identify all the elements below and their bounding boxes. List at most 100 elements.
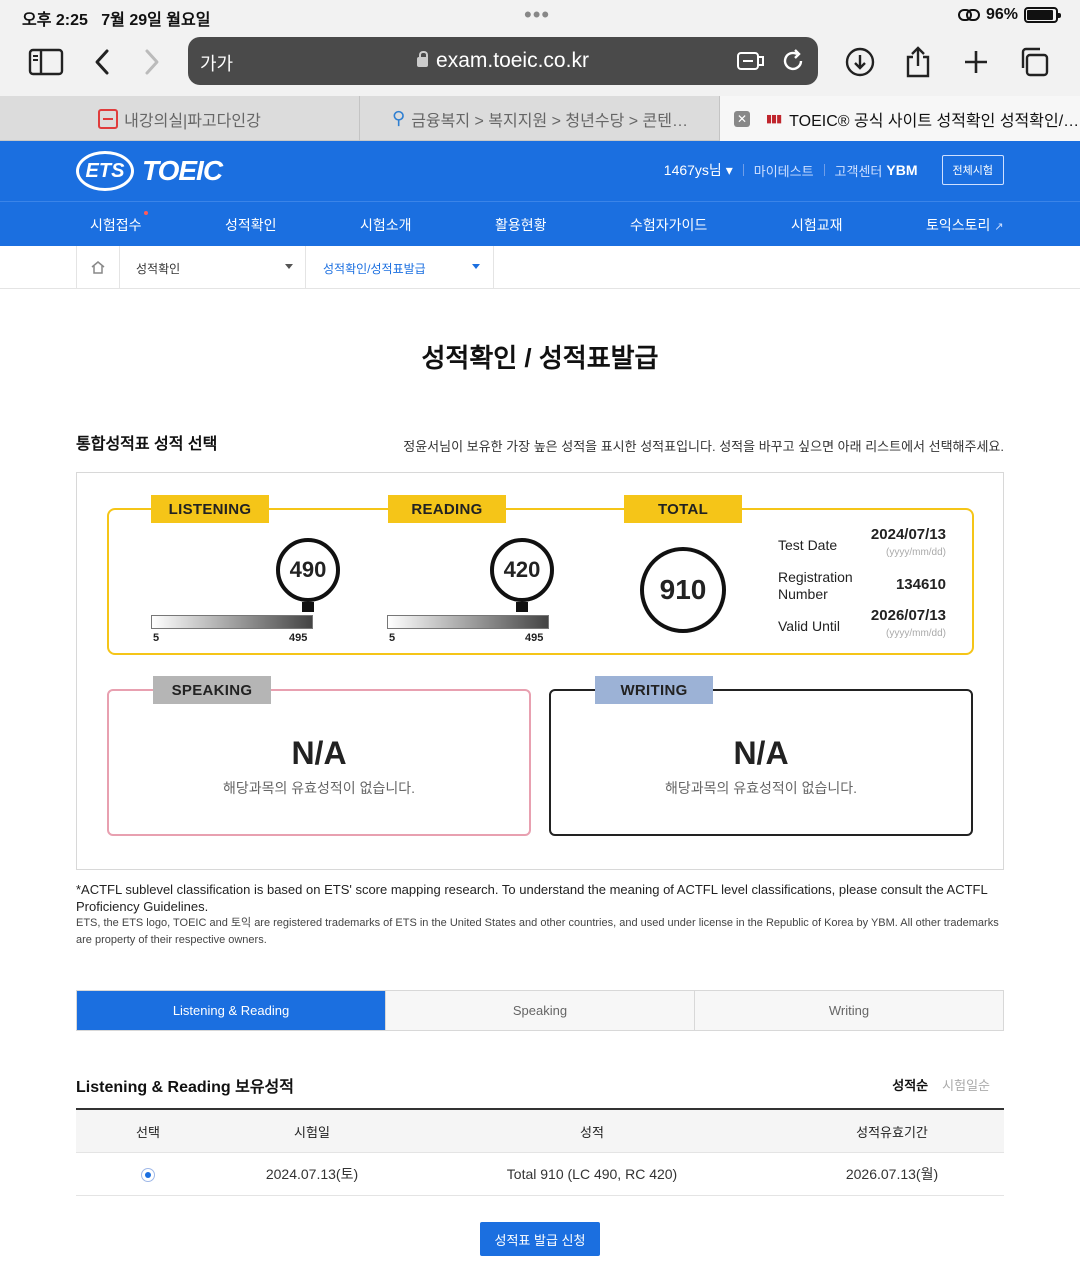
listening-score: 490 bbox=[276, 538, 340, 602]
reading-score: 420 bbox=[490, 538, 554, 602]
listening-score-bar bbox=[151, 615, 313, 629]
url-text: exam.toeic.co.kr bbox=[188, 49, 818, 73]
sort-by-score[interactable]: 성적순 bbox=[892, 1075, 928, 1094]
tab-overview-icon[interactable] bbox=[1014, 42, 1054, 82]
nav-item-guide[interactable]: 수험자가이드 bbox=[630, 215, 707, 235]
ets-toeic-logo[interactable]: ETS TOEIC bbox=[76, 151, 223, 191]
column-header: 성적유효기간 bbox=[856, 1124, 928, 1140]
writing-message: 해당과목의 유효성적이 없습니다. bbox=[665, 780, 857, 796]
writing-score-box: WRITING N/A 해당과목의 유효성적이 없습니다. bbox=[549, 676, 973, 836]
valid-until-label: Valid Until bbox=[778, 618, 840, 634]
listening-label: LISTENING bbox=[151, 495, 269, 523]
speaking-label: SPEAKING bbox=[153, 676, 271, 704]
nav-item-story[interactable]: 토익스토리 ↗ bbox=[926, 215, 1004, 235]
table-header: 선택 시험일 성적 성적유효기간 bbox=[76, 1110, 1004, 1153]
total-label: TOTAL bbox=[624, 495, 742, 523]
score-list-title: Listening & Reading 보유성적 bbox=[76, 1079, 294, 1096]
all-tests-button[interactable]: 전체시험 bbox=[941, 155, 1004, 185]
sidebar-icon[interactable] bbox=[26, 42, 66, 82]
reading-score-bar bbox=[387, 615, 549, 629]
link-icon bbox=[957, 9, 980, 21]
chevron-down-icon bbox=[285, 264, 293, 269]
main-nav: 시험접수 성적확인 시험소개 활용현황 수험자가이드 시험교재 토익스토리 ↗ bbox=[0, 201, 1080, 246]
test-date-format: (yyyy/mm/dd) bbox=[886, 547, 946, 558]
tab-listening-reading[interactable]: Listening & Reading bbox=[77, 991, 386, 1030]
tab-speaking[interactable]: Speaking bbox=[386, 991, 695, 1030]
share-icon[interactable] bbox=[898, 42, 938, 82]
battery-icon bbox=[1024, 7, 1061, 23]
sort-by-date[interactable]: 시험일순 bbox=[942, 1075, 990, 1094]
section-title: 통합성적표 성적 선택 bbox=[76, 436, 218, 453]
download-icon[interactable] bbox=[840, 42, 880, 82]
score-type-tabs: Listening & Reading Speaking Writing bbox=[76, 990, 1004, 1031]
column-header: 시험일 bbox=[294, 1124, 330, 1140]
browser-tab[interactable]: ⚲ 금융복지 > 복지지원 > 청년수당 > 콘텐… bbox=[361, 96, 720, 141]
reading-min: 5 bbox=[389, 632, 396, 644]
reading-label: READING bbox=[388, 495, 506, 523]
nav-item-about[interactable]: 시험소개 bbox=[360, 215, 412, 235]
browser-tab[interactable]: 내강의실|파고다인강 bbox=[0, 96, 360, 141]
listening-min: 5 bbox=[153, 632, 160, 644]
status-time: 오후 2:25 7월 29일 월요일 bbox=[22, 12, 211, 29]
new-tab-icon[interactable] bbox=[956, 42, 996, 82]
status-bar: 오후 2:25 7월 29일 월요일 ••• 96% bbox=[0, 0, 1080, 32]
battery-percent: 96% bbox=[985, 6, 1018, 23]
sort-options: 성적순 시험일순 bbox=[892, 1075, 990, 1094]
select-radio[interactable] bbox=[141, 1168, 155, 1183]
valid-until-value: 2026/07/13 bbox=[870, 607, 946, 624]
address-bar[interactable]: 가가 exam.toeic.co.kr bbox=[188, 37, 818, 85]
actfl-note: *ACTFL sublevel classification is based … bbox=[76, 882, 988, 914]
speaking-message: 해당과목의 유효성적이 없습니다. bbox=[223, 780, 415, 796]
listening-max: 495 bbox=[289, 632, 308, 644]
nav-item-usage[interactable]: 활용현황 bbox=[495, 215, 547, 235]
extension-icon[interactable] bbox=[736, 49, 766, 78]
tab-writing[interactable]: Writing bbox=[695, 991, 1003, 1030]
nav-item-books[interactable]: 시험교재 bbox=[791, 215, 843, 235]
score-report-card: LISTENING 490 5 495 READING 420 5 495 TO… bbox=[76, 472, 1004, 870]
forward-icon[interactable] bbox=[132, 42, 172, 82]
reading-pin-stem bbox=[516, 602, 528, 612]
browser-tab-active[interactable]: ✕ ▮▮▮ TOEIC® 공식 사이트 성적확인 성적확인/… bbox=[720, 96, 1080, 141]
breadcrumb-level1-select[interactable]: 성적확인 bbox=[120, 246, 306, 288]
lock-icon bbox=[417, 51, 429, 67]
lr-score-box: LISTENING 490 5 495 READING 420 5 495 TO… bbox=[107, 495, 974, 655]
table-row[interactable]: 2024.07.13(토) Total 910 (LC 490, RC 420)… bbox=[76, 1153, 1004, 1196]
favicon-icon: ⚲ bbox=[392, 108, 406, 128]
column-header: 성적 bbox=[580, 1124, 604, 1140]
favicon-icon bbox=[98, 108, 119, 129]
breadcrumb: 성적확인 성적확인/성적표발급 bbox=[0, 246, 1080, 289]
score-cell: Total 910 (LC 490, RC 420) bbox=[506, 1166, 678, 1182]
browser-tab-bar: 내강의실|파고다인강 ⚲ 금융복지 > 복지지원 > 청년수당 > 콘텐… ✕ … bbox=[0, 96, 1080, 141]
customer-center-link[interactable]: 고객센터 bbox=[835, 161, 883, 180]
reload-icon[interactable] bbox=[780, 48, 806, 79]
my-test-link[interactable]: 마이테스트 bbox=[754, 161, 814, 180]
utility-nav: 1467ys님 ▾ 마이테스트 고객센터 YBM 전체시험 bbox=[664, 155, 1004, 185]
trademark-note: ETS, the ETS logo, TOEIC and 토익 are regi… bbox=[76, 917, 999, 946]
chevron-down-icon bbox=[472, 264, 480, 269]
total-score: 910 bbox=[640, 547, 726, 633]
test-date-cell: 2024.07.13(토) bbox=[265, 1166, 359, 1182]
score-table: 선택 시험일 성적 성적유효기간 2024.07.13(토) Total 910… bbox=[76, 1108, 1004, 1196]
speaking-score: N/A bbox=[291, 735, 347, 771]
ybm-logo[interactable]: YBM bbox=[886, 162, 917, 178]
test-date-value: 2024/07/13 bbox=[870, 526, 946, 543]
test-date-label: Test Date bbox=[778, 537, 838, 553]
nav-item-register[interactable]: 시험접수 bbox=[90, 211, 148, 235]
close-tab-icon[interactable]: ✕ bbox=[734, 110, 750, 127]
section-description: 정윤서님이 보유한 가장 높은 성적을 표시한 성적표입니다. 성적을 바꾸고 … bbox=[403, 439, 1004, 454]
browser-toolbar: 가가 exam.toeic.co.kr bbox=[0, 32, 1080, 96]
breadcrumb-level2-select[interactable]: 성적확인/성적표발급 bbox=[306, 246, 494, 288]
issue-report-button[interactable]: 성적표 발급 신청 bbox=[480, 1222, 600, 1256]
site-header: ETS TOEIC 1467ys님 ▾ 마이테스트 고객센터 YBM 전체시험 bbox=[0, 141, 1080, 201]
external-link-icon: ↗ bbox=[994, 221, 1004, 233]
multitask-dots-icon[interactable]: ••• bbox=[524, 2, 550, 28]
speaking-score-box: SPEAKING N/A 해당과목의 유효성적이 없습니다. bbox=[107, 676, 531, 836]
column-header: 선택 bbox=[136, 1124, 160, 1140]
home-icon[interactable] bbox=[76, 246, 120, 288]
writing-score: N/A bbox=[733, 735, 789, 771]
back-icon[interactable] bbox=[82, 42, 122, 82]
user-menu[interactable]: 1467ys님 ▾ bbox=[664, 160, 733, 180]
favicon-icon: ▮▮▮ bbox=[766, 113, 782, 125]
nav-item-score[interactable]: 성적확인 bbox=[225, 215, 277, 235]
status-right: 96% bbox=[957, 6, 1061, 24]
